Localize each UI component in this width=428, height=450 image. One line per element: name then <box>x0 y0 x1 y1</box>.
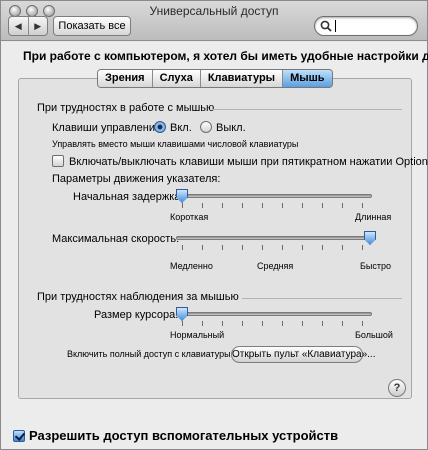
slider-tick <box>342 203 343 208</box>
max-speed-max-label: Быстро <box>360 261 392 271</box>
section-divider <box>242 298 402 299</box>
tab-vision[interactable]: Зрения <box>98 70 153 87</box>
option-toggle-checkbox[interactable] <box>52 155 64 167</box>
initial-delay-track <box>176 194 372 198</box>
slider-tick <box>282 203 283 208</box>
search-input[interactable] <box>314 16 418 36</box>
slider-tick <box>182 321 183 326</box>
cursor-size-min-label: Нормальный <box>170 330 225 340</box>
cursor-size-max-label: Большой <box>355 330 393 340</box>
tab-mouse[interactable]: Мышь <box>283 70 332 87</box>
section-divider <box>212 109 402 110</box>
tab-keyboard[interactable]: Клавиатуры <box>200 70 284 87</box>
slider-tick <box>302 321 303 326</box>
assistive-devices-checkbox[interactable] <box>13 430 25 442</box>
slider-tick <box>322 321 323 326</box>
initial-delay-label: Начальная задержка: <box>73 191 184 203</box>
slider-tick <box>302 245 303 250</box>
titlebar: Универсальный доступ ◀ ▶ Показать все <box>1 1 427 41</box>
back-forward-group: ◀ ▶ <box>8 16 48 36</box>
cursor-size-track <box>176 312 372 316</box>
option-toggle-label[interactable]: Включать/выключать клавиши мыши при пяти… <box>69 156 428 168</box>
show-all-button[interactable]: Показать все <box>53 16 131 36</box>
question-mark-icon: ? <box>393 382 401 394</box>
slider-tick <box>222 321 223 326</box>
max-speed-min-label: Медленно <box>170 261 213 271</box>
slider-tick <box>362 203 363 208</box>
slider-tick <box>242 245 243 250</box>
cursor-size-label: Размер курсора: <box>94 309 179 321</box>
slider-tick <box>362 321 363 326</box>
max-speed-slider-thumb[interactable] <box>364 231 376 245</box>
mouse-keys-hint: Управлять вместо мыши клавишами числовой… <box>52 139 299 149</box>
slider-tick <box>342 245 343 250</box>
content-area: При работе с компьютером, я хотел бы име… <box>1 42 428 449</box>
slider-tick <box>182 245 183 250</box>
left-arrow-icon: ◀ <box>14 20 22 31</box>
mouse-keys-off-radio[interactable] <box>200 121 212 133</box>
open-keyboard-prefs-button[interactable]: Открыть пульт «Клавиатура»... <box>231 346 376 363</box>
max-speed-label: Максимальная скорость: <box>52 233 180 245</box>
initial-delay-min-label: Короткая <box>170 212 209 222</box>
slider-tick <box>282 245 283 250</box>
slider-tick <box>262 203 263 208</box>
mouse-keys-off-label[interactable]: Выкл. <box>216 122 246 134</box>
keyboard-access-label: Включить полный доступ с клавиатуры: <box>67 349 234 359</box>
text-caret <box>335 20 336 32</box>
pointer-params-label: Параметры движения указателя: <box>52 173 221 185</box>
mouse-keys-label: Клавиши управления: <box>52 122 165 134</box>
back-button[interactable]: ◀ <box>9 17 29 35</box>
initial-delay-max-label: Длинная <box>355 212 392 222</box>
slider-tick <box>262 245 263 250</box>
mouse-keys-on-label[interactable]: Вкл. <box>170 122 192 134</box>
slider-tick <box>322 203 323 208</box>
slider-tick <box>202 245 203 250</box>
slider-tick <box>302 203 303 208</box>
slider-tick <box>202 321 203 326</box>
slider-tick <box>242 321 243 326</box>
max-speed-mid-label: Средняя <box>257 261 294 271</box>
slider-tick <box>282 321 283 326</box>
slider-tick <box>362 245 363 250</box>
mouse-panel: При трудностях в работе с мышью Клавиши … <box>18 78 428 399</box>
right-arrow-icon: ▶ <box>34 20 42 31</box>
mouse-difficulty-title: При трудностях в работе с мышью <box>37 102 215 114</box>
slider-tick <box>322 245 323 250</box>
slider-tick <box>222 203 223 208</box>
slider-tick <box>262 321 263 326</box>
slider-tick <box>202 203 203 208</box>
preferences-window: Универсальный доступ ◀ ▶ Показать все Пр… <box>0 0 428 450</box>
slider-tick <box>342 321 343 326</box>
slider-tick <box>182 203 183 208</box>
slider-tick <box>222 245 223 250</box>
max-speed-track <box>176 236 372 240</box>
viewing-difficulty-title: При трудностях наблюдения за мышью <box>37 291 239 303</box>
tab-hearing[interactable]: Слуха <box>152 70 201 87</box>
mouse-keys-on-radio[interactable] <box>154 121 166 133</box>
search-icon <box>320 20 332 32</box>
page-heading: При работе с компьютером, я хотел бы име… <box>23 49 428 63</box>
assistive-devices-label[interactable]: Разрешить доступ вспомогательных устройс… <box>29 428 338 443</box>
forward-button[interactable]: ▶ <box>29 17 48 35</box>
slider-tick <box>242 203 243 208</box>
help-button[interactable]: ? <box>388 379 406 397</box>
tab-bar: Зрения Слуха Клавиатуры Мышь <box>97 69 333 88</box>
